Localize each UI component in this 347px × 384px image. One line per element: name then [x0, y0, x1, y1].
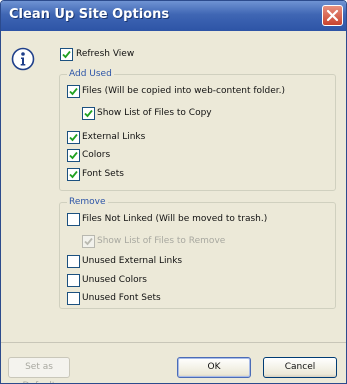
cancel-button[interactable]: Cancel — [263, 357, 337, 378]
unused-external-links-checkbox[interactable] — [67, 255, 80, 268]
checkmark-icon — [69, 87, 78, 96]
font-sets-label: Font Sets — [82, 169, 124, 179]
refresh-view-checkbox[interactable] — [60, 48, 73, 61]
files-not-linked-label: Files Not Linked (Will be moved to trash… — [82, 214, 268, 224]
set-as-default-button[interactable]: Set as Default — [8, 357, 70, 383]
unused-colors-checkbox[interactable] — [67, 274, 80, 287]
remove-heading: Remove — [67, 196, 108, 208]
footer-divider — [1, 342, 346, 343]
font-sets-checkbox[interactable] — [67, 168, 80, 181]
window-title: Clean Up Site Options — [9, 7, 170, 22]
close-icon — [326, 9, 339, 22]
add-used-heading: Add Used — [67, 68, 114, 80]
info-icon — [11, 47, 35, 71]
files-not-linked-checkbox[interactable] — [67, 213, 80, 226]
unused-font-sets-label: Unused Font Sets — [82, 293, 161, 303]
unused-colors-label: Unused Colors — [82, 275, 147, 285]
colors-checkbox[interactable] — [67, 149, 80, 162]
checkmark-icon — [69, 170, 78, 179]
ok-button[interactable]: OK — [177, 357, 251, 378]
dialog-window: Clean Up Site Options Refresh View Add U… — [0, 0, 347, 384]
files-copy-label: Files (Will be copied into web-content f… — [82, 86, 286, 96]
external-links-checkbox[interactable] — [67, 131, 80, 144]
unused-external-links-label: Unused External Links — [82, 256, 183, 266]
show-files-to-remove-label: Show List of Files to Remove — [97, 236, 226, 246]
show-files-to-copy-label: Show List of Files to Copy — [97, 108, 212, 118]
refresh-view-label: Refresh View — [76, 49, 135, 59]
unused-font-sets-checkbox[interactable] — [67, 292, 80, 305]
checkmark-icon — [69, 151, 78, 160]
show-files-to-remove-checkbox[interactable] — [82, 235, 95, 248]
checkmark-icon — [62, 50, 71, 59]
checkmark-icon — [84, 109, 93, 118]
files-copy-checkbox[interactable] — [67, 85, 80, 98]
colors-label: Colors — [82, 150, 111, 160]
checkmark-icon — [84, 237, 93, 246]
title-bar: Clean Up Site Options — [1, 1, 346, 31]
close-button[interactable] — [322, 5, 343, 26]
checkmark-icon — [69, 133, 78, 142]
show-files-to-copy-checkbox[interactable] — [82, 107, 95, 120]
external-links-label: External Links — [82, 132, 146, 142]
